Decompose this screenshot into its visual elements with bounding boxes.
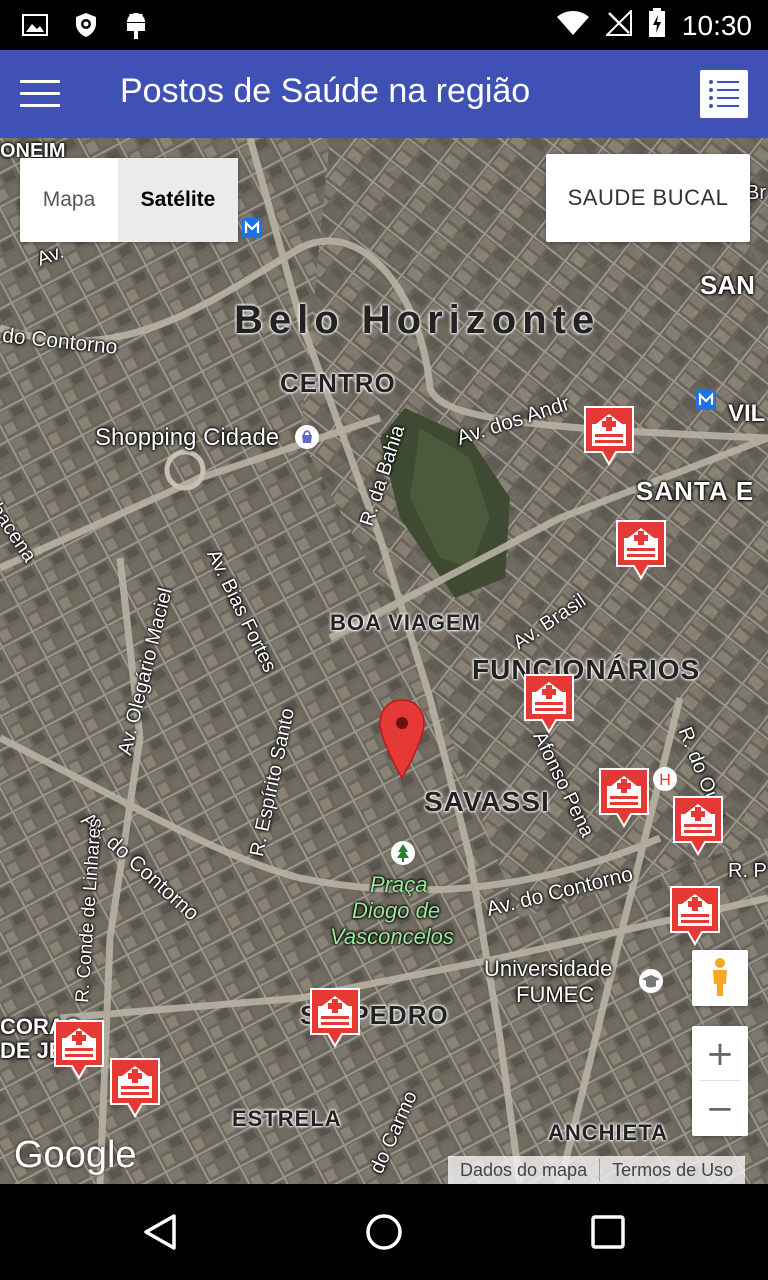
district-label-santa: SANTA E	[636, 476, 755, 506]
health-post-marker-icon[interactable]	[582, 404, 636, 473]
google-logo: Google	[14, 1134, 137, 1176]
saude-bucal-button[interactable]: SAUDE BUCAL	[546, 154, 750, 242]
map-type-control: Mapa Satélite	[20, 158, 238, 242]
map-data-link[interactable]: Dados do mapa	[448, 1160, 599, 1181]
metro-icon	[242, 218, 262, 243]
health-post-marker-icon[interactable]	[108, 1056, 162, 1125]
android-icon	[124, 10, 148, 45]
district-label-san: SAN	[700, 270, 755, 300]
clock: 10:30	[681, 9, 752, 41]
shield-icon	[74, 12, 98, 43]
map-attribution: Dados do mapa Termos de Uso	[448, 1156, 746, 1184]
district-label-anchieta: ANCHIETA	[548, 1120, 669, 1145]
city-label: Belo Horizonte	[234, 298, 601, 342]
health-post-marker-icon[interactable]	[597, 766, 651, 835]
system-navigation-bar	[0, 1184, 768, 1280]
map-view[interactable]: Belo Horizonte CENTRO Shopping Cidade SA…	[0, 138, 768, 1184]
map-pin-icon[interactable]	[378, 698, 426, 787]
health-post-marker-icon[interactable]	[668, 884, 722, 953]
poi-label-univ-line2: FUMEC	[516, 982, 595, 1007]
map-type-map-button[interactable]: Mapa	[20, 158, 118, 242]
park-icon	[390, 840, 416, 871]
street-label-rp: R. P	[728, 860, 767, 882]
district-label-estrela: ESTRELA	[232, 1106, 342, 1131]
health-post-marker-icon[interactable]	[52, 1018, 106, 1087]
district-label-vil: VIL	[728, 400, 766, 427]
poi-label-shopping: Shopping Cidade	[95, 424, 280, 451]
zoom-in-button[interactable]: +	[692, 1026, 748, 1081]
park-label-line2: Diogo de	[352, 898, 441, 923]
district-label-boa-viagem: BOA VIAGEM	[330, 610, 481, 635]
wifi-icon	[556, 10, 590, 41]
park-label-line1: Praça	[370, 872, 428, 897]
metro-icon	[696, 390, 716, 415]
hospital-badge-icon: H	[652, 766, 678, 797]
zoom-out-button[interactable]: −	[692, 1081, 748, 1136]
home-icon[interactable]	[360, 1208, 408, 1256]
battery-charging-icon	[648, 8, 666, 43]
shopping-icon	[294, 424, 320, 455]
health-post-marker-icon[interactable]	[522, 672, 576, 741]
no-signal-icon	[604, 8, 632, 41]
hamburger-menu-icon[interactable]	[20, 80, 60, 108]
zoom-control: + −	[692, 1026, 748, 1136]
terms-link[interactable]: Termos de Uso	[600, 1160, 745, 1181]
university-icon	[638, 968, 664, 999]
page-title: Postos de Saúde na região	[120, 72, 531, 110]
health-post-marker-icon[interactable]	[614, 518, 668, 587]
poi-label-univ-line1: Universidade	[484, 956, 613, 981]
district-label-savassi: SAVASSI	[424, 786, 550, 817]
health-post-marker-icon[interactable]	[671, 794, 725, 863]
status-bar: 10:30	[0, 0, 768, 50]
district-label-funcionarios: FUNCIONÁRIOS	[472, 654, 701, 685]
map-type-satellite-button[interactable]: Satélite	[118, 158, 238, 242]
back-icon[interactable]	[136, 1208, 184, 1256]
district-label-centro: CENTRO	[280, 368, 396, 398]
health-post-marker-icon[interactable]	[308, 986, 362, 1055]
image-icon	[22, 14, 48, 41]
park-label-line3: Vasconcelos	[330, 924, 454, 949]
app-bar: Postos de Saúde na região	[0, 50, 768, 138]
svg-text:H: H	[659, 772, 671, 789]
recents-icon[interactable]	[584, 1208, 632, 1256]
street-view-pegman-icon[interactable]	[692, 950, 748, 1006]
list-icon[interactable]	[700, 70, 748, 118]
